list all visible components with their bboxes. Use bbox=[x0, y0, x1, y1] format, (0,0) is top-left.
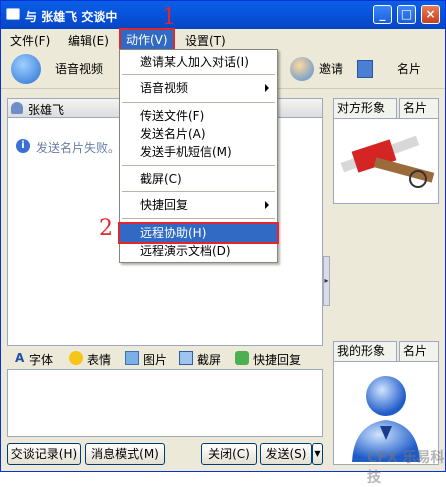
close-window-button[interactable]: × bbox=[421, 5, 440, 24]
send-button[interactable]: 发送(S) bbox=[260, 443, 312, 465]
collapse-panel-arrow-icon[interactable]: ▸ bbox=[323, 256, 330, 306]
submenu-arrow-icon bbox=[265, 84, 269, 92]
my-panel-tabs: 我的形象 名片 bbox=[333, 341, 439, 361]
peer-avatar-image bbox=[334, 119, 438, 203]
font-button[interactable]: 字体 bbox=[29, 351, 53, 368]
menu-settings[interactable]: 设置(T) bbox=[185, 32, 226, 49]
title-bar[interactable]: 与 张雄飞 交谈中 _ □ × bbox=[1, 1, 445, 29]
menu-item-invite-someone[interactable]: 邀请某人加入对话(I) bbox=[120, 53, 277, 71]
format-toolbar: A 字体 表情 图片 截屏 快捷回复 bbox=[7, 347, 323, 369]
contact-name: 张雄飞 bbox=[28, 103, 65, 117]
menu-item-quick-reply[interactable]: 快捷回复 bbox=[120, 196, 277, 214]
menu-divider bbox=[122, 218, 275, 219]
minimize-button[interactable]: _ bbox=[373, 5, 392, 24]
tab-my-avatar[interactable]: 我的形象 bbox=[333, 341, 397, 361]
font-icon[interactable]: A bbox=[15, 351, 24, 365]
emoticon-button[interactable]: 表情 bbox=[87, 351, 111, 368]
picture-icon[interactable] bbox=[125, 351, 139, 365]
peer-panel-tabs: 对方形象 名片 bbox=[333, 98, 439, 118]
picture-button[interactable]: 图片 bbox=[143, 351, 167, 368]
screenshot-button[interactable]: 截屏 bbox=[197, 351, 221, 368]
menu-item-screenshot[interactable]: 截屏(C) bbox=[120, 170, 277, 188]
menu-item-quick-reply-label: 快捷回复 bbox=[140, 198, 189, 212]
system-message: 发送名片失败。 bbox=[36, 141, 121, 155]
emoticon-icon[interactable] bbox=[69, 351, 83, 365]
menu-item-send-sms[interactable]: 发送手机短信(M) bbox=[120, 143, 277, 161]
screenshot-icon[interactable] bbox=[179, 351, 193, 365]
step-2-annotation: 2 bbox=[99, 216, 113, 241]
message-mode-button[interactable]: 消息模式(M) bbox=[85, 443, 165, 465]
quick-reply-icon[interactable] bbox=[235, 351, 249, 365]
action-dropdown-menu: 邀请某人加入对话(I) 语音视频 传送文件(F) 发送名片(A) 发送手机短信(… bbox=[118, 49, 279, 263]
chat-window: 与 张雄飞 交谈中 _ □ × 文件(F) 编辑(E) 动作(V) 设置(T) … bbox=[0, 0, 446, 486]
quick-reply-button[interactable]: 快捷回复 bbox=[253, 351, 301, 368]
tab-my-card[interactable]: 名片 bbox=[399, 341, 439, 361]
menu-divider bbox=[122, 165, 275, 166]
peer-avatar-box bbox=[333, 118, 439, 204]
voice-video-icon[interactable] bbox=[11, 54, 41, 84]
step-1-annotation: 1 bbox=[162, 5, 176, 30]
menu-item-remote-presentation[interactable]: 远程演示文档(D) bbox=[120, 242, 277, 260]
history-button[interactable]: 交谈记录(H) bbox=[7, 443, 81, 465]
tab-peer-avatar[interactable]: 对方形象 bbox=[333, 98, 397, 118]
message-input[interactable] bbox=[7, 369, 323, 437]
menu-item-remote-assistance[interactable]: 远程协助(H) bbox=[118, 222, 279, 244]
menu-item-send-card[interactable]: 发送名片(A) bbox=[120, 125, 277, 143]
voice-video-button[interactable]: 语音视频 bbox=[55, 60, 103, 77]
close-button[interactable]: 关闭(C) bbox=[201, 443, 257, 465]
menu-item-voice-video[interactable]: 语音视频 bbox=[120, 79, 277, 97]
card-icon[interactable] bbox=[357, 60, 373, 78]
person-icon bbox=[11, 102, 23, 114]
menu-divider bbox=[122, 74, 275, 75]
menu-bar: 文件(F) 编辑(E) 动作(V) 设置(T) bbox=[1, 28, 445, 51]
chat-app-icon bbox=[6, 8, 20, 20]
window-title: 与 张雄飞 交谈中 bbox=[25, 10, 118, 24]
submenu-arrow-icon bbox=[265, 201, 269, 209]
card-button[interactable]: 名片 bbox=[397, 60, 421, 77]
menu-file[interactable]: 文件(F) bbox=[10, 32, 50, 49]
menu-action[interactable]: 动作(V) bbox=[119, 28, 175, 51]
menu-item-send-file[interactable]: 传送文件(F) bbox=[120, 107, 277, 125]
menu-edit[interactable]: 编辑(E) bbox=[68, 32, 109, 49]
invite-icon[interactable] bbox=[290, 57, 314, 81]
menu-divider bbox=[122, 102, 275, 103]
watermark: CFX 乐易科技 bbox=[367, 450, 445, 486]
tab-peer-card[interactable]: 名片 bbox=[399, 98, 439, 118]
menu-divider bbox=[122, 191, 275, 192]
menu-item-voice-video-label: 语音视频 bbox=[140, 81, 189, 95]
invite-button[interactable]: 邀请 bbox=[319, 60, 343, 77]
send-options-chevron-down-icon[interactable]: ▼ bbox=[312, 443, 323, 465]
maximize-button[interactable]: □ bbox=[397, 5, 416, 24]
info-icon: i bbox=[16, 139, 30, 153]
